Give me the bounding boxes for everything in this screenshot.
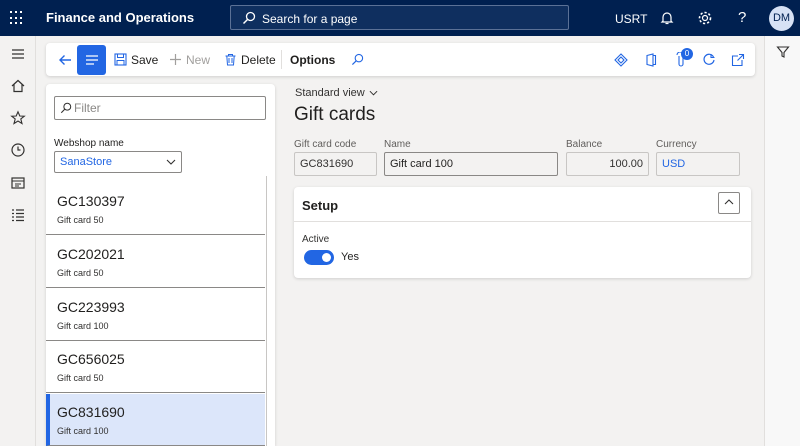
gift-card-code: GC130397 — [57, 193, 125, 209]
name-label: Name — [384, 139, 411, 150]
waffle-icon[interactable] — [10, 11, 24, 25]
attachments-badge: 0 — [681, 48, 693, 60]
search-placeholder: Search for a page — [262, 12, 358, 26]
home-icon[interactable] — [10, 78, 26, 94]
help-icon[interactable]: ? — [738, 9, 746, 26]
app-title[interactable]: Finance and Operations — [46, 10, 194, 25]
delete-label: Delete — [241, 52, 276, 67]
office-icon — [646, 52, 657, 67]
currency-field[interactable]: USD — [656, 152, 740, 176]
refresh-icon — [703, 53, 715, 65]
webshop-value: SanaStore — [60, 156, 112, 168]
refresh-button[interactable] — [702, 43, 720, 76]
list-item[interactable]: GC202021 Gift card 50 — [46, 236, 265, 288]
setup-fasttab: Setup Active Yes — [294, 187, 751, 278]
office-button[interactable] — [644, 43, 662, 76]
hamburger-icon[interactable] — [10, 46, 26, 62]
active-label: Active — [302, 234, 330, 245]
divider — [294, 221, 751, 222]
power-apps-button[interactable] — [614, 43, 632, 76]
code-label: Gift card code — [294, 139, 357, 150]
search-icon — [242, 11, 256, 25]
filter-field[interactable] — [54, 96, 266, 120]
balance-field[interactable]: 100.00 — [566, 152, 649, 176]
back-arrow-icon — [59, 54, 71, 65]
new-label: New — [186, 52, 211, 67]
collapse-button[interactable] — [718, 192, 740, 214]
search-icon — [351, 53, 364, 66]
name-field[interactable]: Gift card 100 — [384, 152, 558, 176]
balance-label: Balance — [566, 139, 603, 150]
search-icon — [60, 102, 72, 114]
active-toggle[interactable] — [304, 250, 334, 265]
code-field[interactable]: GC831690 — [294, 152, 377, 176]
star-icon[interactable] — [10, 110, 26, 126]
gift-card-name: Gift card 50 — [57, 373, 104, 383]
lines-icon — [85, 55, 98, 65]
gift-card-code: GC831690 — [57, 404, 125, 420]
gift-card-name: Gift card 100 — [57, 426, 109, 436]
gift-card-code: GC223993 — [57, 299, 125, 315]
page-title: Gift cards — [294, 104, 376, 125]
popout-icon — [731, 53, 745, 66]
gift-card-code: GC202021 — [57, 246, 125, 262]
list-toggle-button[interactable] — [77, 45, 106, 75]
left-nav — [0, 36, 36, 446]
save-icon — [114, 53, 127, 66]
list-scrollbar[interactable] — [266, 176, 267, 446]
save-button[interactable]: Save — [114, 43, 158, 76]
gear-icon[interactable] — [697, 10, 713, 26]
setup-title[interactable]: Setup — [302, 198, 338, 213]
company-picker[interactable]: USRT — [615, 12, 647, 26]
gift-card-name: Gift card 50 — [57, 268, 104, 278]
list-item[interactable]: GC130397 Gift card 50 — [46, 183, 265, 235]
plus-icon — [170, 54, 181, 65]
diamond-icon — [614, 52, 628, 67]
save-label: Save — [131, 52, 159, 67]
action-search-button[interactable] — [351, 43, 368, 76]
currency-label: Currency — [656, 139, 697, 150]
chevron-up-icon — [724, 199, 734, 205]
delete-button[interactable]: Delete — [224, 43, 276, 76]
view-selector[interactable]: Standard view — [295, 87, 378, 99]
avatar[interactable]: DM — [769, 6, 794, 31]
attachments-button[interactable]: 0 — [674, 43, 693, 76]
active-value: Yes — [341, 251, 359, 263]
action-pane: Save New Delete Options 0 — [46, 43, 755, 76]
webshop-select[interactable]: SanaStore — [54, 151, 182, 173]
record-list-panel: Webshop name SanaStore GC130397 Gift car… — [46, 84, 275, 446]
filter-icon[interactable] — [776, 45, 790, 59]
global-search[interactable]: Search for a page — [230, 5, 569, 30]
workspace-icon[interactable] — [10, 175, 26, 191]
list-item-selected[interactable]: GC831690 Gift card 100 — [46, 394, 265, 446]
options-tab[interactable]: Options — [290, 43, 335, 76]
gift-card-code: GC656025 — [57, 351, 125, 367]
gift-card-name: Gift card 50 — [57, 215, 104, 225]
chevron-down-icon — [166, 159, 176, 165]
filter-input[interactable] — [74, 99, 254, 117]
webshop-label: Webshop name — [54, 138, 124, 149]
clock-icon[interactable] — [10, 142, 26, 158]
trash-icon — [225, 54, 236, 66]
gift-card-name: Gift card 100 — [57, 321, 109, 331]
list-item[interactable]: GC656025 Gift card 50 — [46, 341, 265, 393]
list-item[interactable]: GC223993 Gift card 100 — [46, 289, 265, 341]
right-pane — [764, 36, 800, 446]
open-new-window-button[interactable] — [731, 43, 749, 76]
modules-icon[interactable] — [10, 207, 26, 223]
toolbar-divider — [281, 50, 282, 69]
top-bar: Finance and Operations Search for a page… — [0, 0, 800, 36]
bell-icon[interactable] — [659, 10, 675, 26]
view-name: Standard view — [295, 87, 365, 99]
chevron-down-icon — [369, 90, 378, 96]
new-button[interactable]: New — [169, 43, 210, 76]
